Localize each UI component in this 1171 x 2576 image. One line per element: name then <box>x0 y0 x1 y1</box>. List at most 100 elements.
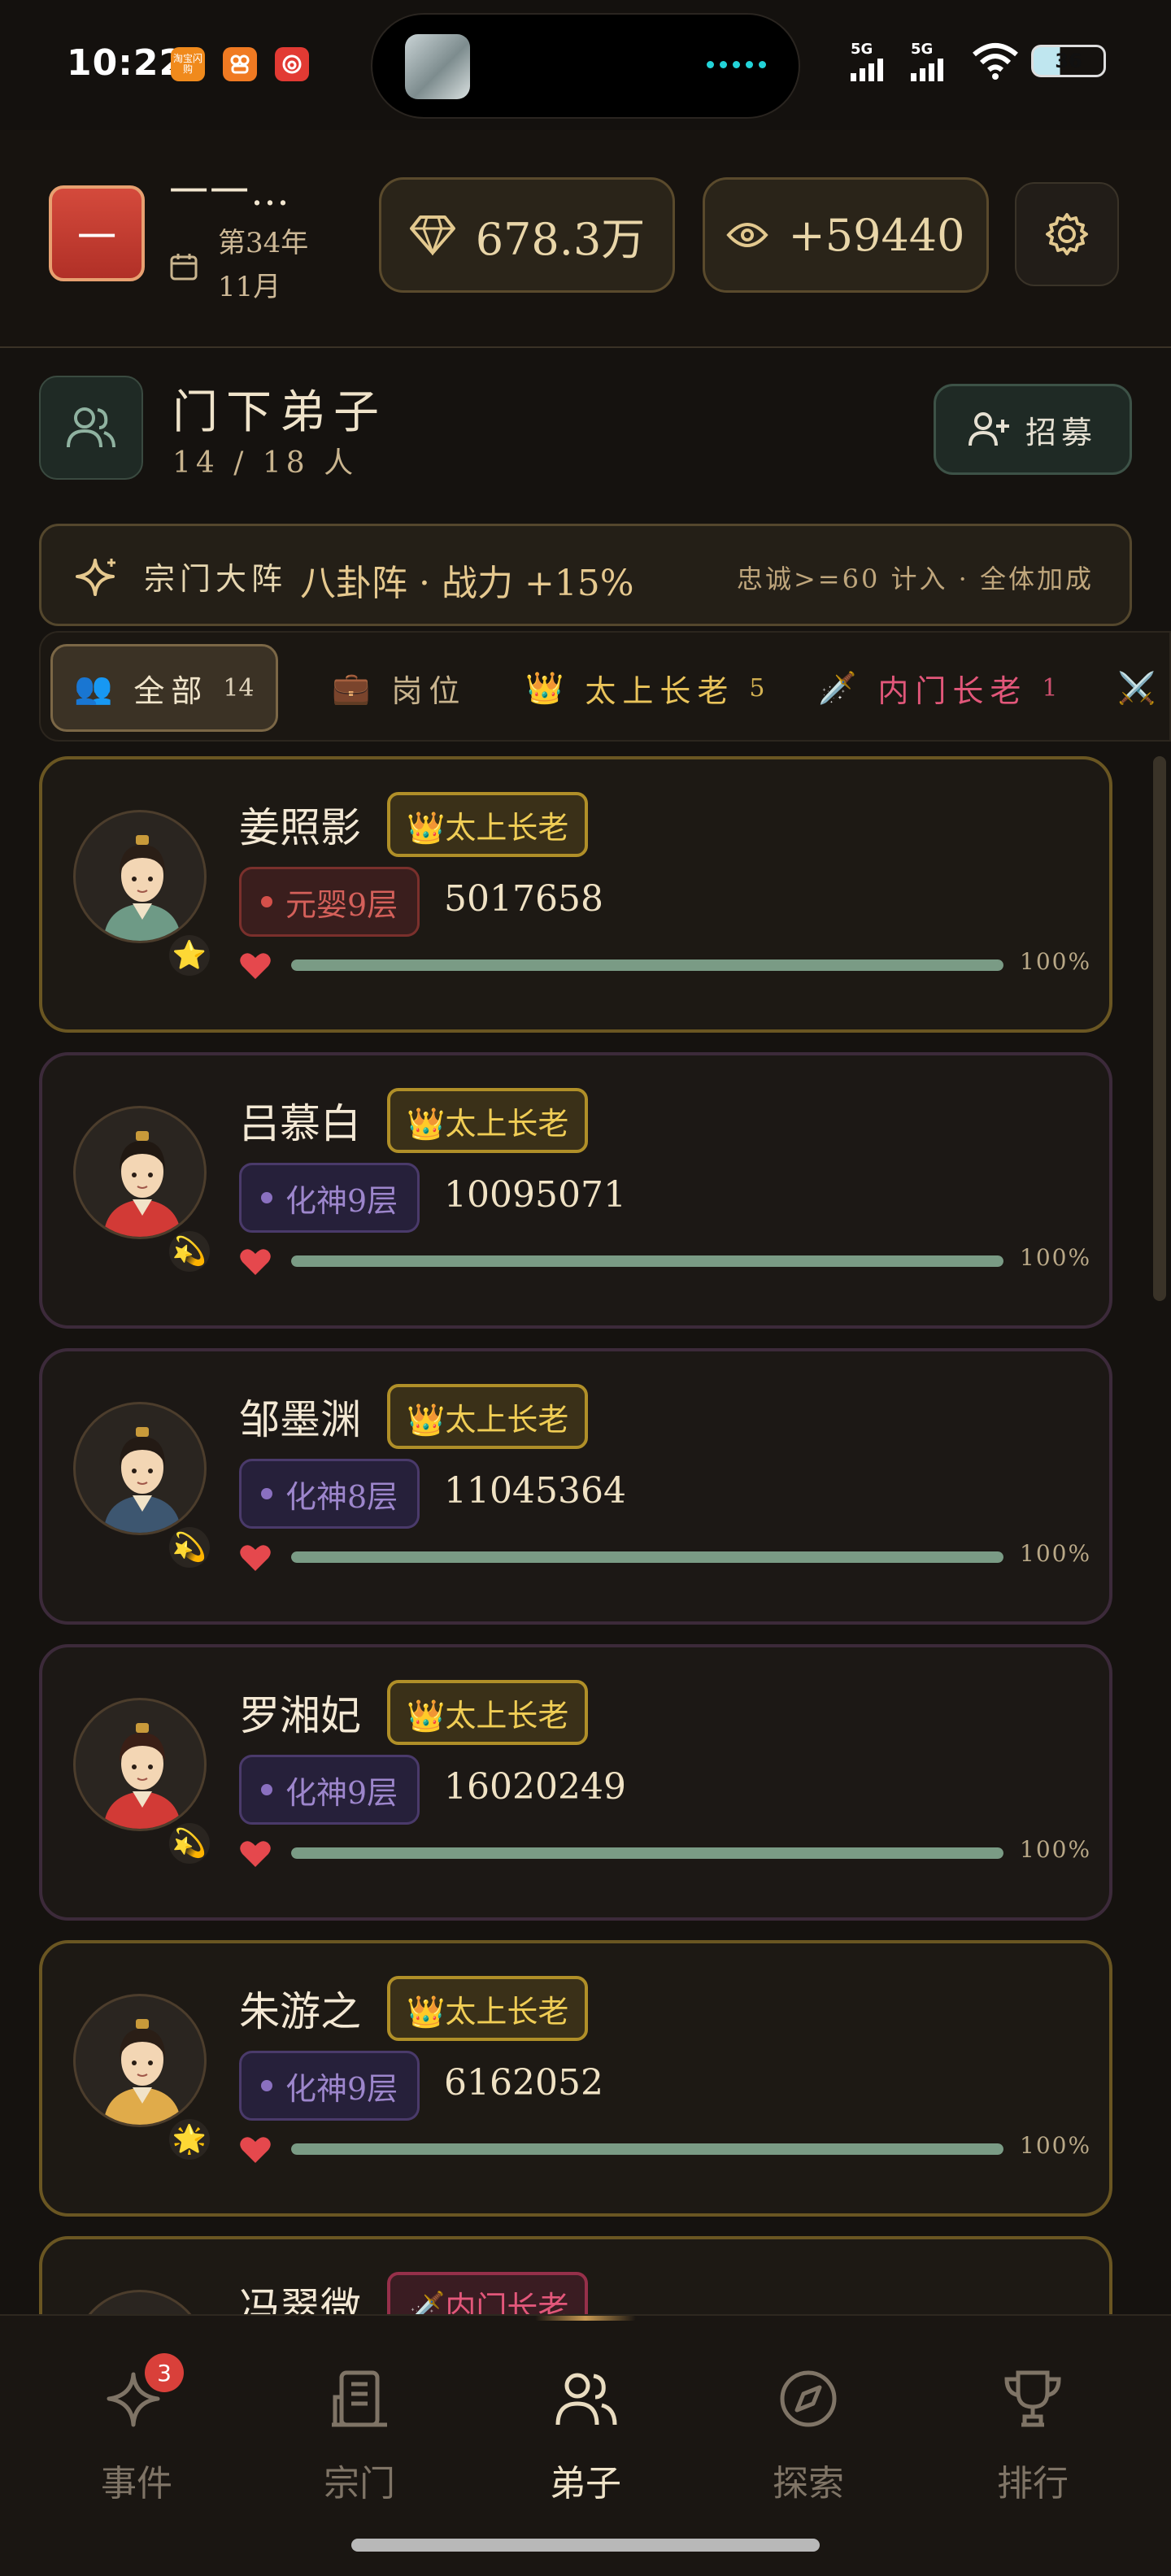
calendar-icon <box>170 254 198 281</box>
disciple-card[interactable]: 冯翠微 🗡️内门长老 <box>39 2236 1112 2316</box>
realm-badge: 化神9层 <box>239 2051 420 2121</box>
disciple-list[interactable]: ⭐ 姜照影 👑太上长老 元婴9层 5017658 100% 💫 吕慕白 👑太上长… <box>39 756 1112 2316</box>
disciple-rank-badge: 💫 <box>169 1527 210 1568</box>
disciple-avatar[interactable] <box>73 1698 207 1831</box>
heart-icon <box>240 953 271 979</box>
disciple-role-badge: 👑太上长老 <box>387 1384 589 1449</box>
sect-avatar[interactable]: 一 <box>49 185 145 281</box>
nav-active-indicator <box>535 2316 636 2321</box>
nav-events[interactable]: 3 事件 <box>55 2353 218 2511</box>
gear-icon <box>1046 213 1088 255</box>
tab-count: 5 <box>749 673 765 703</box>
views-value: +59440 <box>788 209 965 261</box>
eye-icon <box>726 223 769 247</box>
building-icon <box>332 2370 387 2427</box>
recruit-label: 招募 <box>1025 414 1097 450</box>
crown-icon: 👑 <box>525 669 571 706</box>
formation-value: 八卦阵 · 战力 +15% <box>300 563 634 604</box>
combat-power: 11045364 <box>444 1470 626 1512</box>
app-icon-netease-music <box>275 47 309 81</box>
loyalty-percent: 100% <box>1020 1540 1092 1567</box>
loyalty-bar <box>291 2143 1003 2155</box>
combat-power: 10095071 <box>444 1174 626 1216</box>
nav-label: 探索 <box>773 2463 844 2504</box>
briefcase-icon: 💼 <box>332 669 377 706</box>
disciples-section-icon <box>39 376 143 480</box>
nav-sect[interactable]: 宗门 <box>278 2365 441 2511</box>
disciple-rank-badge: ⭐ <box>169 935 210 976</box>
tab-all[interactable]: 👥 全部 14 <box>50 644 278 732</box>
tab-label: 太上长老 <box>585 672 735 709</box>
crossed-swords-icon: ⚔️ <box>1117 669 1163 706</box>
tab-label: 内门长老 <box>877 672 1028 709</box>
formation-banner[interactable]: 宗门大阵 八卦阵 · 战力 +15% 忠诚>=60 计入 · 全体加成 <box>39 524 1132 626</box>
realm-label: 化神9层 <box>285 2070 398 2107</box>
dynamic-island[interactable] <box>371 13 800 119</box>
scrollbar[interactable] <box>1153 756 1166 1301</box>
filter-tabs: 👥 全部 14 💼 岗位 👑 太上长老 5 🗡️ 内门长老 1 ⚔️ <box>39 631 1171 742</box>
nav-explore[interactable]: 探索 <box>727 2365 890 2511</box>
loyalty-fill <box>291 1551 1003 1563</box>
nav-label: 事件 <box>101 2463 172 2504</box>
disciple-role-badge: 👑太上长老 <box>387 1088 589 1153</box>
formation-note: 忠诚>=60 计入 · 全体加成 <box>736 564 1094 594</box>
battery-icon: 36 <box>1031 45 1106 77</box>
tab-more[interactable]: ⚔️ <box>1096 644 1169 732</box>
signal-icon: 5G <box>851 41 899 81</box>
tab-label: 全部 <box>133 672 209 709</box>
disciples-section-header: 门下弟子 14 / 18 人 招募 <box>39 376 1132 483</box>
app-icon-taobao: 淘宝闪购 <box>171 47 205 81</box>
tab-inner-elders[interactable]: 🗡️ 内门长老 1 <box>797 644 1078 732</box>
disciple-card[interactable]: ⭐ 姜照影 👑太上长老 元婴9层 5017658 100% <box>39 756 1112 1033</box>
combat-power: 16020249 <box>444 1766 626 1808</box>
loyalty-bar <box>291 959 1003 971</box>
disciple-avatar[interactable] <box>73 810 207 943</box>
disciple-role-badge: 👑太上长老 <box>387 792 589 857</box>
tab-count: 14 <box>223 673 255 703</box>
tab-grand-elders[interactable]: 👑 太上长老 5 <box>504 644 786 732</box>
section-title: 门下弟子 <box>172 386 387 439</box>
tab-positions[interactable]: 💼 岗位 <box>311 644 487 732</box>
realm-label: 化神9层 <box>285 1182 398 1219</box>
diamond-icon <box>409 215 455 255</box>
recruit-button[interactable]: 招募 <box>934 384 1132 475</box>
disciple-role-badge: 👑太上长老 <box>387 1976 589 2041</box>
signal-icon-2: 5G <box>911 41 960 81</box>
loyalty-bar <box>291 1847 1003 1859</box>
nav-ranking[interactable]: 排行 <box>951 2365 1114 2511</box>
realm-dot-icon <box>261 896 272 907</box>
heart-icon <box>240 1249 271 1275</box>
disciple-avatar[interactable] <box>73 1402 207 1535</box>
status-time: 10:22 <box>67 42 185 84</box>
views-counter[interactable]: +59440 <box>703 177 989 293</box>
heart-icon <box>240 1841 271 1867</box>
bottom-nav: 3 事件 宗门 弟子 探索 排行 <box>0 2314 1171 2576</box>
spirit-stone-counter[interactable]: 678.3万 <box>379 177 675 293</box>
disciple-card[interactable]: 💫 吕慕白 👑太上长老 化神9层 10095071 100% <box>39 1052 1112 1329</box>
combat-power: 6162052 <box>444 2062 603 2104</box>
disciple-card[interactable]: 💫 罗湘妃 👑太上长老 化神9层 16020249 100% <box>39 1644 1112 1921</box>
disciple-card[interactable]: 💫 邹墨渊 👑太上长老 化神8层 11045364 100% <box>39 1348 1112 1625</box>
loyalty-fill <box>291 2143 1003 2155</box>
disciple-card[interactable]: 🌟 朱游之 👑太上长老 化神9层 6162052 100% <box>39 1940 1112 2217</box>
disciple-avatar[interactable] <box>73 2290 207 2316</box>
disciple-name: 罗湘妃 <box>239 1692 361 1739</box>
spirit-stone-value: 678.3万 <box>475 213 646 265</box>
disciple-role-badge: 👑太上长老 <box>387 1680 589 1745</box>
realm-badge: 化神8层 <box>239 1459 420 1529</box>
events-badge: 3 <box>145 2353 184 2392</box>
realm-badge: 化神9层 <box>239 1755 420 1825</box>
status-bar: 10:22 淘宝闪购 5G 5G 36 <box>0 0 1171 130</box>
game-date: 第34年11月 <box>218 227 309 303</box>
app-icon-orange <box>223 47 257 81</box>
heart-icon <box>240 1545 271 1571</box>
nav-disciples[interactable]: 弟子 <box>504 2365 667 2511</box>
home-indicator[interactable] <box>351 2539 820 2552</box>
formation-label: 宗门大阵 <box>144 561 288 597</box>
disciple-avatar[interactable] <box>73 1994 207 2127</box>
settings-button[interactable] <box>1015 182 1119 286</box>
disciple-role-badge: 🗡️内门长老 <box>387 2272 589 2316</box>
combat-power: 5017658 <box>444 878 603 920</box>
realm-dot-icon <box>261 2080 272 2091</box>
disciple-avatar[interactable] <box>73 1106 207 1239</box>
